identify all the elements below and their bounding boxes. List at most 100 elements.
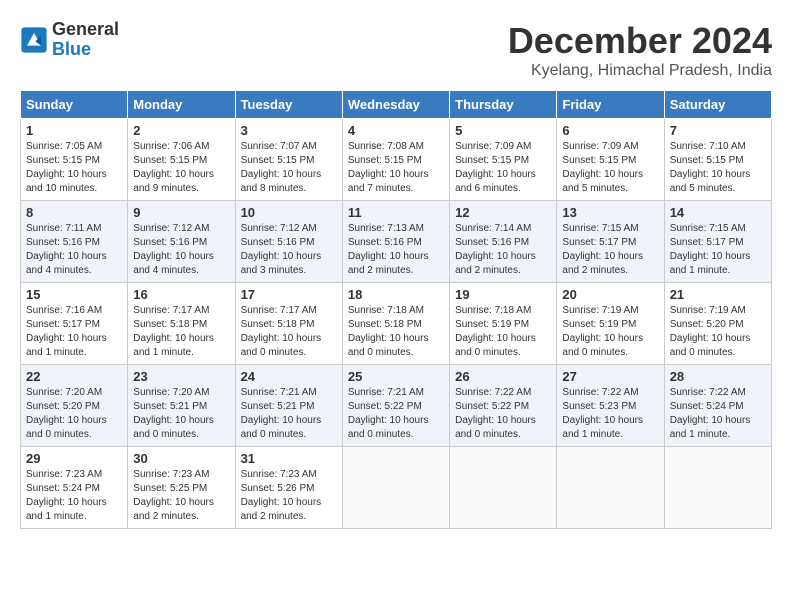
week-row-2: 8 Sunrise: 7:11 AM Sunset: 5:16 PM Dayli… <box>21 201 772 283</box>
day-info: Sunrise: 7:12 AM Sunset: 5:16 PM Dayligh… <box>133 222 229 278</box>
day-cell: 19 Sunrise: 7:18 AM Sunset: 5:19 PM Dayl… <box>450 283 557 365</box>
day-cell: 9 Sunrise: 7:12 AM Sunset: 5:16 PM Dayli… <box>128 201 235 283</box>
day-number: 11 <box>348 205 444 220</box>
day-cell: 1 Sunrise: 7:05 AM Sunset: 5:15 PM Dayli… <box>21 119 128 201</box>
day-cell: 13 Sunrise: 7:15 AM Sunset: 5:17 PM Dayl… <box>557 201 664 283</box>
day-info: Sunrise: 7:16 AM Sunset: 5:17 PM Dayligh… <box>26 304 122 360</box>
day-info: Sunrise: 7:21 AM Sunset: 5:21 PM Dayligh… <box>241 386 337 442</box>
day-cell: 20 Sunrise: 7:19 AM Sunset: 5:19 PM Dayl… <box>557 283 664 365</box>
day-info: Sunrise: 7:14 AM Sunset: 5:16 PM Dayligh… <box>455 222 551 278</box>
day-number: 30 <box>133 451 229 466</box>
day-cell: 7 Sunrise: 7:10 AM Sunset: 5:15 PM Dayli… <box>664 119 771 201</box>
header: General Blue December 2024 Kyelang, Hima… <box>20 20 772 80</box>
day-number: 5 <box>455 123 551 138</box>
day-cell: 21 Sunrise: 7:19 AM Sunset: 5:20 PM Dayl… <box>664 283 771 365</box>
calendar-table: Sunday Monday Tuesday Wednesday Thursday… <box>20 90 772 529</box>
day-cell: 26 Sunrise: 7:22 AM Sunset: 5:22 PM Dayl… <box>450 365 557 447</box>
day-number: 27 <box>562 369 658 384</box>
day-cell: 25 Sunrise: 7:21 AM Sunset: 5:22 PM Dayl… <box>342 365 449 447</box>
day-info: Sunrise: 7:05 AM Sunset: 5:15 PM Dayligh… <box>26 140 122 196</box>
week-row-3: 15 Sunrise: 7:16 AM Sunset: 5:17 PM Dayl… <box>21 283 772 365</box>
logo-icon <box>20 26 48 54</box>
day-info: Sunrise: 7:11 AM Sunset: 5:16 PM Dayligh… <box>26 222 122 278</box>
day-cell: 27 Sunrise: 7:22 AM Sunset: 5:23 PM Dayl… <box>557 365 664 447</box>
header-sunday: Sunday <box>21 91 128 119</box>
day-info: Sunrise: 7:15 AM Sunset: 5:17 PM Dayligh… <box>670 222 766 278</box>
day-cell: 3 Sunrise: 7:07 AM Sunset: 5:15 PM Dayli… <box>235 119 342 201</box>
day-info: Sunrise: 7:09 AM Sunset: 5:15 PM Dayligh… <box>455 140 551 196</box>
day-cell: 29 Sunrise: 7:23 AM Sunset: 5:24 PM Dayl… <box>21 447 128 529</box>
day-number: 20 <box>562 287 658 302</box>
day-number: 18 <box>348 287 444 302</box>
day-number: 7 <box>670 123 766 138</box>
day-info: Sunrise: 7:23 AM Sunset: 5:26 PM Dayligh… <box>241 468 337 524</box>
day-number: 8 <box>26 205 122 220</box>
day-cell: 12 Sunrise: 7:14 AM Sunset: 5:16 PM Dayl… <box>450 201 557 283</box>
day-number: 12 <box>455 205 551 220</box>
day-cell <box>664 447 771 529</box>
week-row-1: 1 Sunrise: 7:05 AM Sunset: 5:15 PM Dayli… <box>21 119 772 201</box>
day-number: 28 <box>670 369 766 384</box>
day-cell: 15 Sunrise: 7:16 AM Sunset: 5:17 PM Dayl… <box>21 283 128 365</box>
day-info: Sunrise: 7:18 AM Sunset: 5:19 PM Dayligh… <box>455 304 551 360</box>
day-number: 6 <box>562 123 658 138</box>
day-number: 3 <box>241 123 337 138</box>
day-cell: 11 Sunrise: 7:13 AM Sunset: 5:16 PM Dayl… <box>342 201 449 283</box>
day-info: Sunrise: 7:20 AM Sunset: 5:21 PM Dayligh… <box>133 386 229 442</box>
day-info: Sunrise: 7:22 AM Sunset: 5:22 PM Dayligh… <box>455 386 551 442</box>
day-cell <box>342 447 449 529</box>
day-number: 10 <box>241 205 337 220</box>
header-monday: Monday <box>128 91 235 119</box>
day-info: Sunrise: 7:12 AM Sunset: 5:16 PM Dayligh… <box>241 222 337 278</box>
day-info: Sunrise: 7:21 AM Sunset: 5:22 PM Dayligh… <box>348 386 444 442</box>
day-info: Sunrise: 7:15 AM Sunset: 5:17 PM Dayligh… <box>562 222 658 278</box>
day-info: Sunrise: 7:07 AM Sunset: 5:15 PM Dayligh… <box>241 140 337 196</box>
calendar-title: December 2024 <box>508 20 772 62</box>
day-number: 24 <box>241 369 337 384</box>
day-info: Sunrise: 7:17 AM Sunset: 5:18 PM Dayligh… <box>241 304 337 360</box>
day-number: 13 <box>562 205 658 220</box>
day-number: 2 <box>133 123 229 138</box>
day-cell: 28 Sunrise: 7:22 AM Sunset: 5:24 PM Dayl… <box>664 365 771 447</box>
day-cell: 5 Sunrise: 7:09 AM Sunset: 5:15 PM Dayli… <box>450 119 557 201</box>
day-info: Sunrise: 7:20 AM Sunset: 5:20 PM Dayligh… <box>26 386 122 442</box>
day-cell: 18 Sunrise: 7:18 AM Sunset: 5:18 PM Dayl… <box>342 283 449 365</box>
day-number: 19 <box>455 287 551 302</box>
day-cell <box>450 447 557 529</box>
day-info: Sunrise: 7:19 AM Sunset: 5:20 PM Dayligh… <box>670 304 766 360</box>
day-cell: 10 Sunrise: 7:12 AM Sunset: 5:16 PM Dayl… <box>235 201 342 283</box>
day-cell: 31 Sunrise: 7:23 AM Sunset: 5:26 PM Dayl… <box>235 447 342 529</box>
day-number: 16 <box>133 287 229 302</box>
day-number: 17 <box>241 287 337 302</box>
day-info: Sunrise: 7:13 AM Sunset: 5:16 PM Dayligh… <box>348 222 444 278</box>
day-number: 29 <box>26 451 122 466</box>
day-cell: 6 Sunrise: 7:09 AM Sunset: 5:15 PM Dayli… <box>557 119 664 201</box>
day-cell: 16 Sunrise: 7:17 AM Sunset: 5:18 PM Dayl… <box>128 283 235 365</box>
logo: General Blue <box>20 20 119 60</box>
header-wednesday: Wednesday <box>342 91 449 119</box>
week-row-5: 29 Sunrise: 7:23 AM Sunset: 5:24 PM Dayl… <box>21 447 772 529</box>
day-info: Sunrise: 7:17 AM Sunset: 5:18 PM Dayligh… <box>133 304 229 360</box>
day-cell: 4 Sunrise: 7:08 AM Sunset: 5:15 PM Dayli… <box>342 119 449 201</box>
day-number: 31 <box>241 451 337 466</box>
day-info: Sunrise: 7:23 AM Sunset: 5:25 PM Dayligh… <box>133 468 229 524</box>
day-number: 23 <box>133 369 229 384</box>
day-info: Sunrise: 7:22 AM Sunset: 5:23 PM Dayligh… <box>562 386 658 442</box>
day-info: Sunrise: 7:08 AM Sunset: 5:15 PM Dayligh… <box>348 140 444 196</box>
calendar-subtitle: Kyelang, Himachal Pradesh, India <box>508 62 772 80</box>
day-info: Sunrise: 7:22 AM Sunset: 5:24 PM Dayligh… <box>670 386 766 442</box>
day-number: 26 <box>455 369 551 384</box>
day-cell: 22 Sunrise: 7:20 AM Sunset: 5:20 PM Dayl… <box>21 365 128 447</box>
day-cell: 30 Sunrise: 7:23 AM Sunset: 5:25 PM Dayl… <box>128 447 235 529</box>
header-saturday: Saturday <box>664 91 771 119</box>
day-number: 15 <box>26 287 122 302</box>
weekday-header-row: Sunday Monday Tuesday Wednesday Thursday… <box>21 91 772 119</box>
week-row-4: 22 Sunrise: 7:20 AM Sunset: 5:20 PM Dayl… <box>21 365 772 447</box>
header-friday: Friday <box>557 91 664 119</box>
logo-text: General Blue <box>52 20 119 60</box>
day-cell: 23 Sunrise: 7:20 AM Sunset: 5:21 PM Dayl… <box>128 365 235 447</box>
day-cell: 17 Sunrise: 7:17 AM Sunset: 5:18 PM Dayl… <box>235 283 342 365</box>
day-info: Sunrise: 7:09 AM Sunset: 5:15 PM Dayligh… <box>562 140 658 196</box>
day-info: Sunrise: 7:18 AM Sunset: 5:18 PM Dayligh… <box>348 304 444 360</box>
day-cell: 8 Sunrise: 7:11 AM Sunset: 5:16 PM Dayli… <box>21 201 128 283</box>
